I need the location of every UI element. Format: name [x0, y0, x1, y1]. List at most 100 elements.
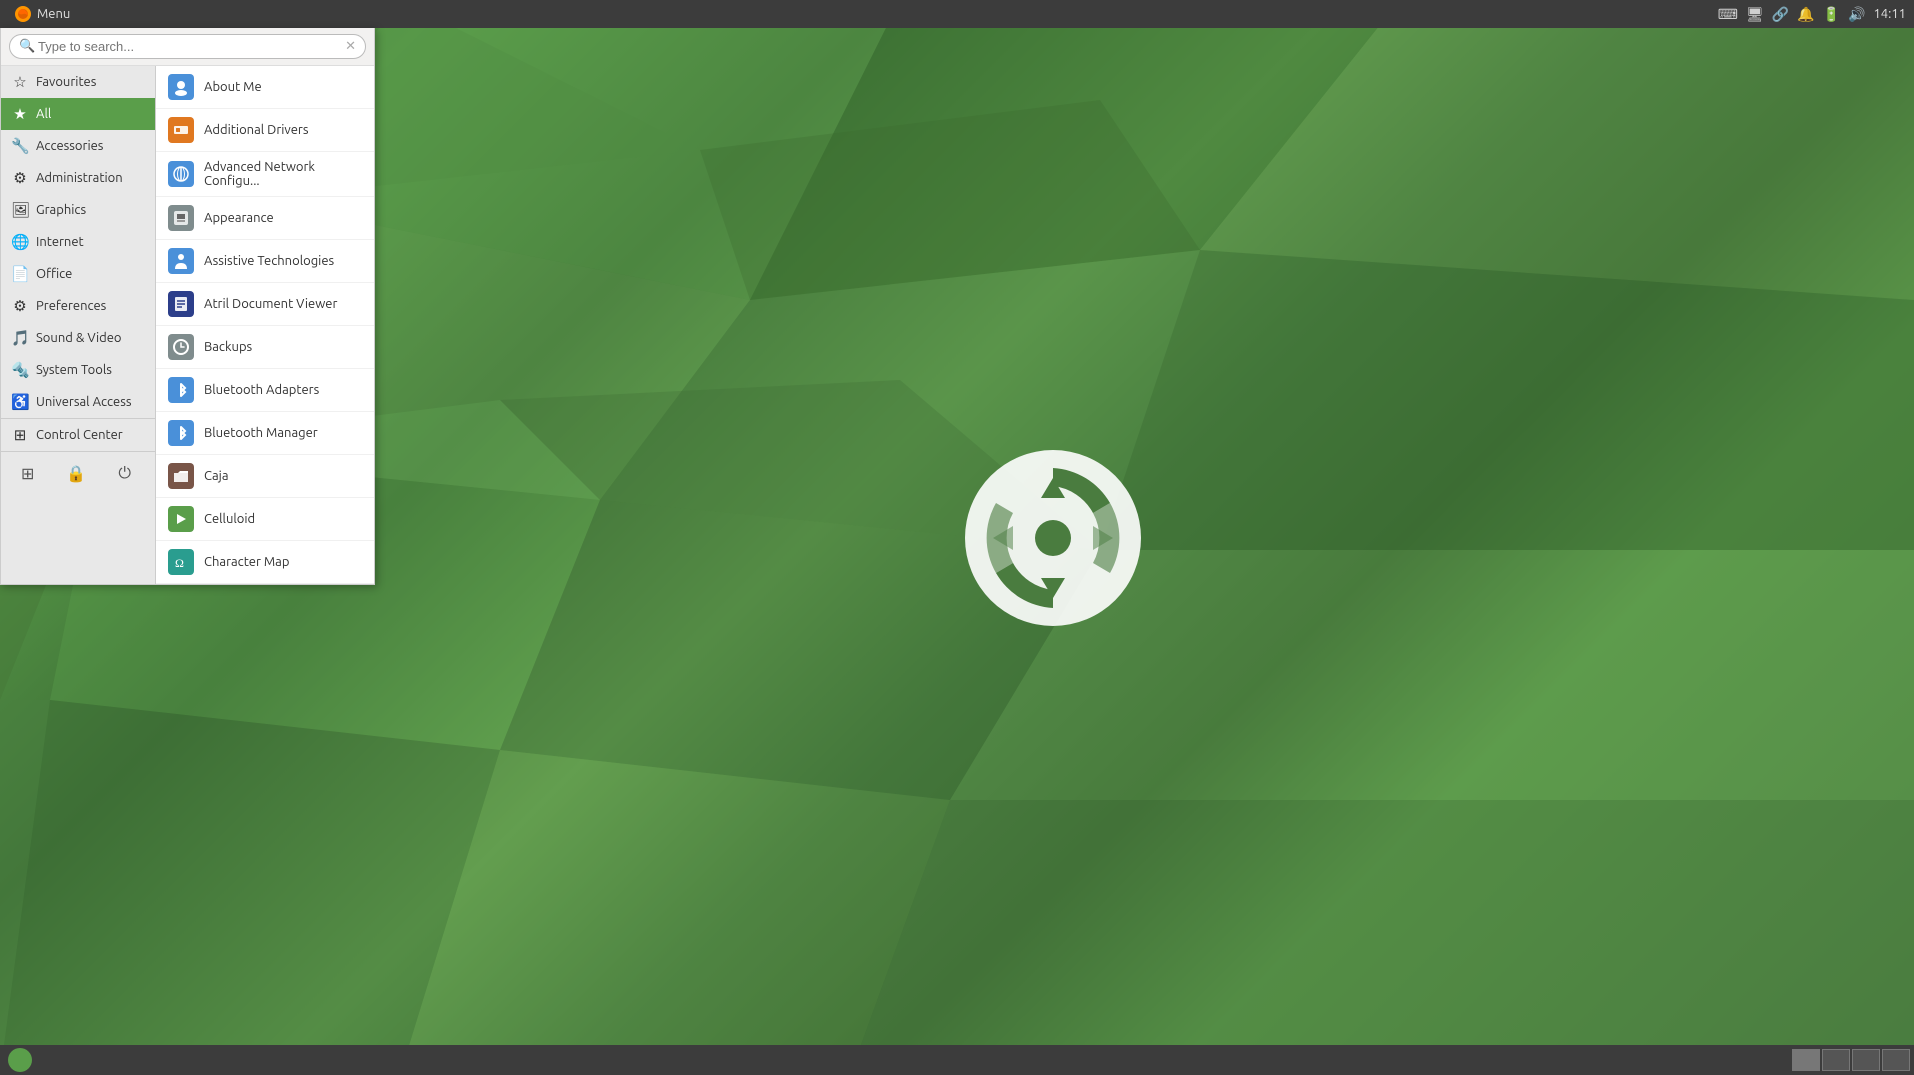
- panel-icon-key: ⌨: [1718, 6, 1738, 23]
- control-center-icon: ⊞: [11, 426, 29, 444]
- panel-icon-network: 🔗: [1772, 6, 1789, 23]
- accessories-icon: 🔧: [11, 137, 29, 155]
- caja-icon: [168, 463, 194, 489]
- atril-icon: [168, 291, 194, 317]
- administration-icon: ⚙: [11, 169, 29, 187]
- workspace-3[interactable]: [1852, 1049, 1880, 1071]
- logout-button[interactable]: ⏻: [110, 460, 139, 487]
- workspace-2[interactable]: [1822, 1049, 1850, 1071]
- app-appearance-label: Appearance: [204, 211, 274, 225]
- app-assistive-tech-label: Assistive Technologies: [204, 254, 334, 268]
- panel-icon-screen: 🖥: [1746, 6, 1764, 23]
- category-universal-access[interactable]: ♿ Universal Access: [1, 386, 155, 418]
- bottom-panel: [0, 1045, 1914, 1075]
- top-panel: Menu ⌨ 🖥 🔗 🔔 🔋 🔊 14:11: [0, 0, 1914, 28]
- bluetooth-manager-icon: [168, 420, 194, 446]
- apps-panel: About Me Additional Drivers Advanced Net…: [156, 66, 374, 584]
- app-caja-label: Caja: [204, 469, 229, 483]
- app-advanced-network-label: Advanced Network Configu...: [204, 160, 362, 188]
- app-atril[interactable]: Atril Document Viewer: [156, 283, 374, 326]
- app-advanced-network[interactable]: Advanced Network Configu...: [156, 152, 374, 197]
- ubuntu-mate-logo: [963, 448, 1143, 628]
- app-atril-label: Atril Document Viewer: [204, 297, 337, 311]
- menu-body: ☆ Favourites ★ All 🔧 Accessories ⚙ Admin…: [1, 66, 374, 584]
- category-internet-label: Internet: [36, 235, 84, 249]
- lock-screen-icon: 🔒: [66, 464, 86, 483]
- category-preferences[interactable]: ⚙ Preferences: [1, 290, 155, 322]
- workspace-4[interactable]: [1882, 1049, 1910, 1071]
- category-accessories[interactable]: 🔧 Accessories: [1, 130, 155, 162]
- lock-screen-button[interactable]: 🔒: [58, 460, 94, 487]
- workspace-switcher: [1792, 1049, 1910, 1071]
- category-favourites[interactable]: ☆ Favourites: [1, 66, 155, 98]
- search-input[interactable]: [9, 34, 366, 59]
- panel-icon-battery: 🔋: [1823, 6, 1840, 23]
- category-graphics[interactable]: 🖼 Graphics: [1, 194, 155, 226]
- app-appearance[interactable]: Appearance: [156, 197, 374, 240]
- system-tools-icon: 🔩: [11, 361, 29, 379]
- app-menu: 🔍 ✕ ☆ Favourites ★ All 🔧 Accessories ⚙: [0, 28, 375, 585]
- taskbar-app[interactable]: [8, 1048, 32, 1072]
- all-icon: ★: [11, 105, 29, 123]
- search-clear-icon[interactable]: ✕: [345, 39, 356, 54]
- category-system-tools-label: System Tools: [36, 363, 112, 377]
- app-backups[interactable]: Backups: [156, 326, 374, 369]
- about-me-icon: [168, 74, 194, 100]
- panel-icon-bell: 🔔: [1797, 6, 1814, 23]
- category-office[interactable]: 📄 Office: [1, 258, 155, 290]
- menu-button[interactable]: Menu: [8, 2, 76, 26]
- app-character-map[interactable]: Ω Character Map: [156, 541, 374, 584]
- celluloid-icon: [168, 506, 194, 532]
- bluetooth-adapters-icon: [168, 377, 194, 403]
- svg-text:Ω: Ω: [175, 556, 184, 570]
- category-favourites-label: Favourites: [36, 75, 96, 89]
- office-icon: 📄: [11, 265, 29, 283]
- category-universal-access-label: Universal Access: [36, 395, 131, 409]
- favourites-icon: ☆: [11, 73, 29, 91]
- app-additional-drivers[interactable]: Additional Drivers: [156, 109, 374, 152]
- universal-access-icon: ♿: [11, 393, 29, 411]
- category-office-label: Office: [36, 267, 72, 281]
- control-center-label: Control Center: [36, 428, 123, 442]
- category-internet[interactable]: 🌐 Internet: [1, 226, 155, 258]
- menu-footer: ⊞ 🔒 ⏻: [1, 451, 155, 495]
- category-all-label: All: [36, 107, 51, 121]
- app-about-me-label: About Me: [204, 80, 262, 94]
- search-box: 🔍 ✕: [1, 28, 374, 66]
- firefox-icon: [14, 5, 32, 23]
- category-panel: ☆ Favourites ★ All 🔧 Accessories ⚙ Admin…: [1, 66, 156, 584]
- category-graphics-label: Graphics: [36, 203, 86, 217]
- search-input-wrap: 🔍 ✕: [9, 34, 366, 59]
- app-about-me[interactable]: About Me: [156, 66, 374, 109]
- app-celluloid[interactable]: Celluloid: [156, 498, 374, 541]
- category-system-tools[interactable]: 🔩 System Tools: [1, 354, 155, 386]
- category-all[interactable]: ★ All: [1, 98, 155, 130]
- menu-label: Menu: [37, 7, 70, 21]
- panel-icon-volume: 🔊: [1848, 6, 1865, 23]
- additional-drivers-icon: [168, 117, 194, 143]
- appearance-icon: [168, 205, 194, 231]
- category-control-center[interactable]: ⊞ Control Center: [1, 418, 155, 451]
- app-assistive-tech[interactable]: Assistive Technologies: [156, 240, 374, 283]
- new-window-icon: ⊞: [21, 464, 34, 483]
- app-bluetooth-manager[interactable]: Bluetooth Manager: [156, 412, 374, 455]
- logout-icon: ⏻: [118, 464, 131, 483]
- app-celluloid-label: Celluloid: [204, 512, 255, 526]
- backups-icon: [168, 334, 194, 360]
- app-bluetooth-manager-label: Bluetooth Manager: [204, 426, 318, 440]
- workspace-1[interactable]: [1792, 1049, 1820, 1071]
- new-window-button[interactable]: ⊞: [13, 460, 42, 487]
- category-administration-label: Administration: [36, 171, 123, 185]
- category-sound-video-label: Sound & Video: [36, 331, 122, 345]
- assistive-tech-icon: [168, 248, 194, 274]
- graphics-icon: 🖼: [11, 201, 29, 219]
- app-bluetooth-adapters[interactable]: Bluetooth Adapters: [156, 369, 374, 412]
- app-caja[interactable]: Caja: [156, 455, 374, 498]
- category-administration[interactable]: ⚙ Administration: [1, 162, 155, 194]
- category-sound-video[interactable]: 🎵 Sound & Video: [1, 322, 155, 354]
- app-bluetooth-adapters-label: Bluetooth Adapters: [204, 383, 319, 397]
- category-accessories-label: Accessories: [36, 139, 103, 153]
- preferences-icon: ⚙: [11, 297, 29, 315]
- sound-video-icon: 🎵: [11, 329, 29, 347]
- category-preferences-label: Preferences: [36, 299, 106, 313]
